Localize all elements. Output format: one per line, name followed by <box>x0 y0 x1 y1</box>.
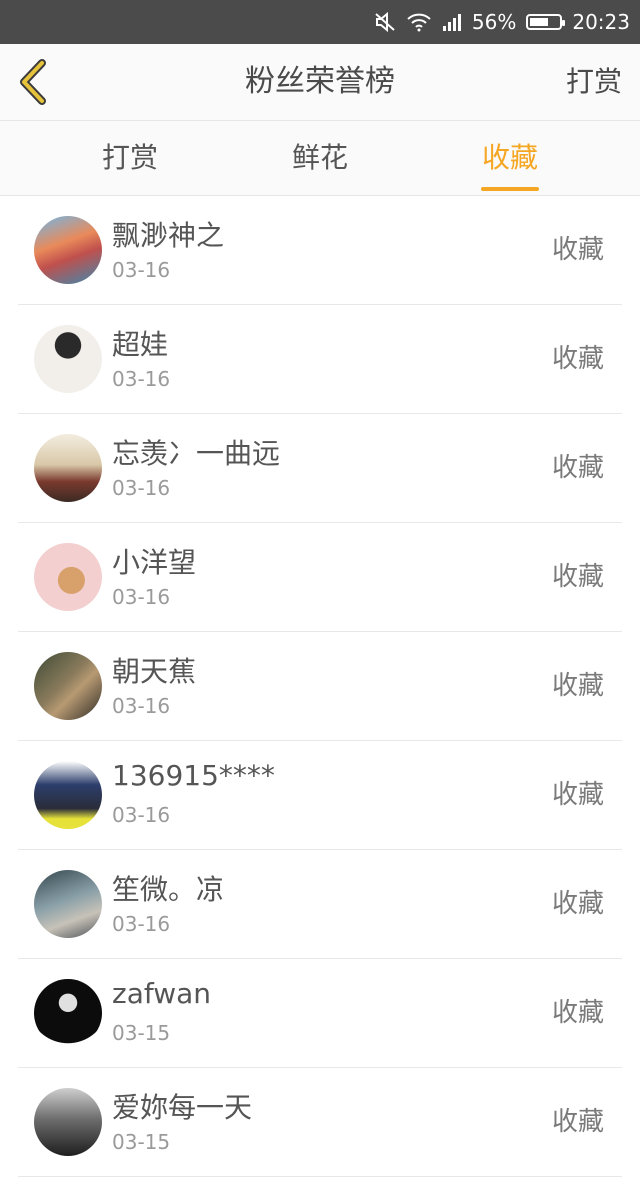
tab-bar: 打赏 鲜花 收藏 <box>0 121 640 196</box>
fan-name: 飘渺神之 <box>112 219 225 252</box>
fan-name: 超娃 <box>112 328 169 361</box>
fan-action: 收藏 <box>551 344 604 374</box>
avatar <box>34 325 102 393</box>
avatar <box>34 1088 102 1156</box>
avatar <box>34 979 102 1047</box>
mute-icon <box>374 12 396 32</box>
tab-label: 打赏 <box>101 141 158 174</box>
fan-action: 收藏 <box>551 780 604 810</box>
battery-icon <box>526 14 566 30</box>
fan-name: 爱妳每一天 <box>112 1091 253 1124</box>
avatar <box>34 543 102 611</box>
fan-date: 03-16 <box>112 476 171 500</box>
fan-date: 03-16 <box>112 694 171 718</box>
fan-list: 飘渺神之 03-16 收藏 超娃 03-16 收藏 忘羡冫一曲远 03-16 收… <box>0 196 640 1177</box>
status-bar: 56% 20:23 <box>0 0 640 44</box>
fan-action: 收藏 <box>551 889 604 919</box>
status-icons: 56% 20:23 <box>374 0 630 44</box>
fan-name: 笙微。凉 <box>112 873 225 906</box>
avatar <box>34 434 102 502</box>
list-item[interactable]: 飘渺神之 03-16 收藏 <box>18 196 622 305</box>
signal-icon <box>442 12 462 32</box>
fan-date: 03-15 <box>112 1130 171 1154</box>
list-item[interactable]: 小洋望 03-16 收藏 <box>18 523 622 632</box>
avatar <box>34 652 102 720</box>
fan-name: 忘羡冫一曲远 <box>112 437 281 470</box>
page-title: 粉丝荣誉榜 <box>245 64 395 99</box>
fan-date: 03-16 <box>112 803 171 827</box>
fan-action: 收藏 <box>551 453 604 483</box>
fan-action: 收藏 <box>551 562 604 592</box>
clock: 20:23 <box>572 10 630 34</box>
list-item[interactable]: zafwan 03-15 收藏 <box>18 959 622 1068</box>
list-item[interactable]: 超娃 03-16 收藏 <box>18 305 622 414</box>
tab-label: 鲜花 <box>291 141 348 174</box>
avatar <box>34 216 102 284</box>
list-item[interactable]: 笙微。凉 03-16 收藏 <box>18 850 622 959</box>
fan-action: 收藏 <box>551 235 604 265</box>
active-tab-indicator <box>481 187 539 191</box>
avatar <box>34 870 102 938</box>
fan-name: 朝天蕉 <box>112 655 197 688</box>
fan-date: 03-16 <box>112 367 171 391</box>
tab-label: 收藏 <box>481 141 538 174</box>
tab-reward[interactable]: 打赏 <box>70 121 190 195</box>
fan-action: 收藏 <box>551 1107 604 1137</box>
fan-date: 03-16 <box>112 912 171 936</box>
wifi-icon <box>406 12 432 32</box>
fan-name: 136915**** <box>112 759 275 792</box>
fan-action: 收藏 <box>551 671 604 701</box>
tab-favorites[interactable]: 收藏 <box>450 121 570 195</box>
fan-date: 03-16 <box>112 585 171 609</box>
battery-percent: 56% <box>471 10 517 34</box>
list-item[interactable]: 朝天蕉 03-16 收藏 <box>18 632 622 741</box>
fan-action: 收藏 <box>551 998 604 1028</box>
avatar <box>34 761 102 829</box>
fan-name: 小洋望 <box>112 546 197 579</box>
fan-date: 03-16 <box>112 258 171 282</box>
list-item[interactable]: 忘羡冫一曲远 03-16 收藏 <box>18 414 622 523</box>
fan-date: 03-15 <box>112 1021 171 1045</box>
header-bar: 粉丝荣誉榜 打赏 <box>0 44 640 121</box>
list-item[interactable]: 爱妳每一天 03-15 收藏 <box>18 1068 622 1177</box>
fan-name: zafwan <box>112 977 212 1010</box>
tab-flowers[interactable]: 鲜花 <box>260 121 380 195</box>
reward-button[interactable]: 打赏 <box>566 44 622 120</box>
list-item[interactable]: 136915**** 03-16 收藏 <box>18 741 622 850</box>
